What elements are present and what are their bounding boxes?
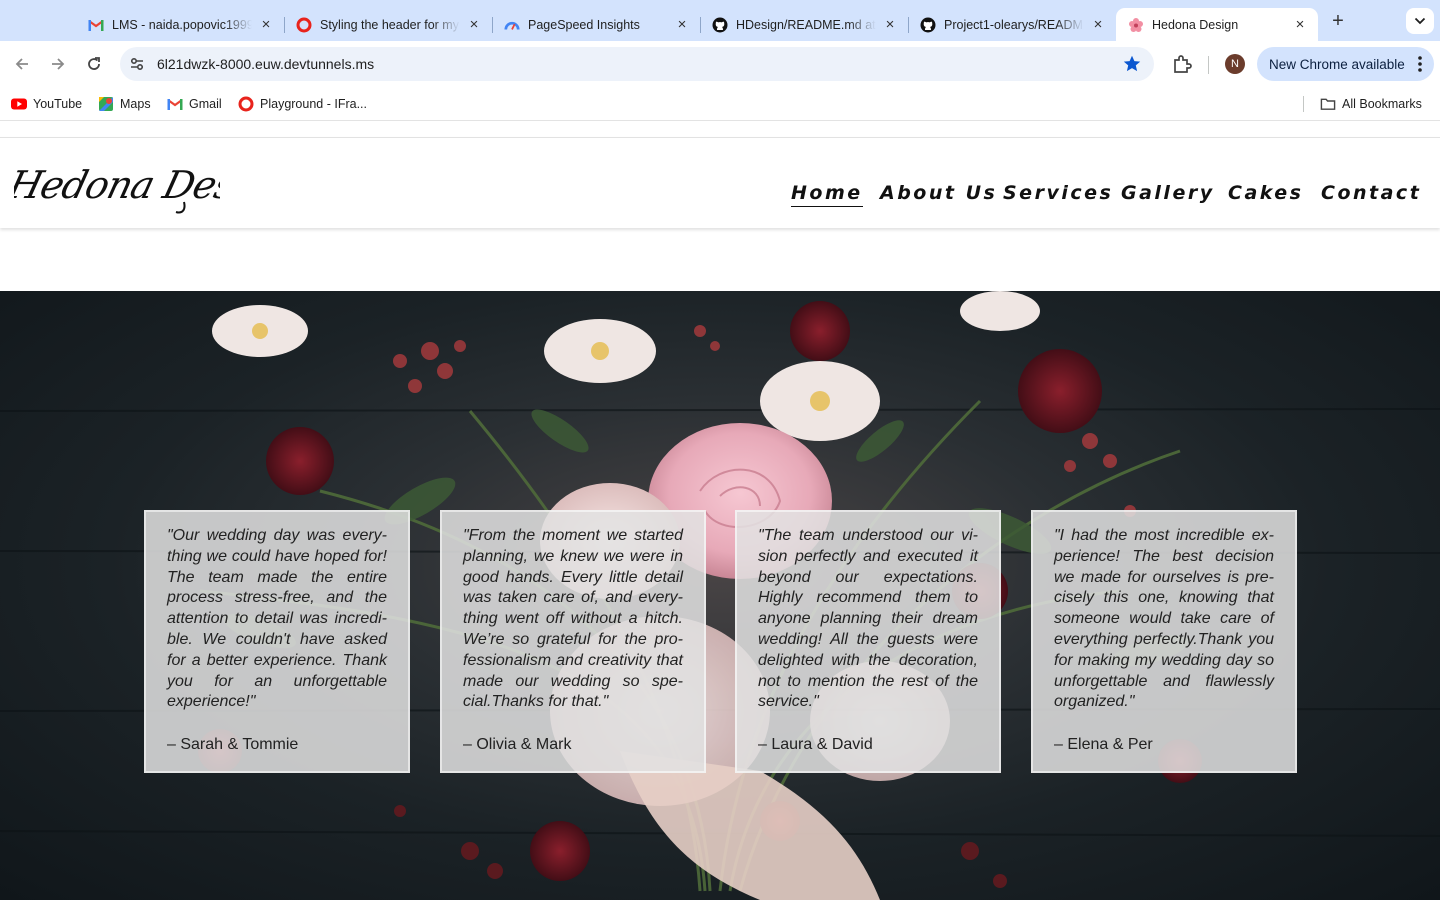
pagespeed-icon bbox=[504, 17, 520, 33]
testimonial-quote: "Our wedding day was every­thing we coul… bbox=[167, 527, 387, 711]
bookmark-youtube[interactable]: YouTube bbox=[11, 96, 82, 112]
tab-title: Styling the header for my bbox=[320, 17, 459, 32]
maps-icon bbox=[98, 96, 114, 112]
testimonial-quote: "The team understood our vi­sion perfect… bbox=[758, 527, 978, 711]
testimonial-author: – Sarah & Tommie bbox=[167, 736, 299, 753]
bookmarks-divider bbox=[1303, 96, 1304, 112]
address-bar[interactable]: 6l21dwzk-8000.euw.devtunnels.ms bbox=[120, 47, 1154, 81]
more-menu-icon[interactable] bbox=[1418, 55, 1422, 73]
testimonial-author: – Laura & David bbox=[758, 736, 873, 753]
tab-title: HDesign/README.md at bbox=[736, 17, 876, 32]
extensions-puzzle-icon[interactable] bbox=[1171, 53, 1193, 75]
tab-project1-readme[interactable]: Project1-olearys/README × bbox=[908, 8, 1116, 41]
gmail-icon bbox=[88, 17, 104, 33]
new-tab-icon[interactable]: + bbox=[1326, 10, 1350, 32]
browser-toolbar: 6l21dwzk-8000.euw.devtunnels.ms N New Ch… bbox=[0, 41, 1440, 87]
tab-title: LMS - naida.popovic1999 bbox=[112, 17, 252, 32]
profile-avatar[interactable]: N bbox=[1225, 54, 1245, 74]
forward-arrow-icon[interactable] bbox=[46, 52, 70, 76]
close-tab-icon[interactable]: × bbox=[1292, 16, 1308, 33]
testimonial-card: "From the moment we started planning, we… bbox=[440, 510, 706, 773]
opera-icon bbox=[238, 96, 254, 112]
testimonial-author: – Elena & Per bbox=[1054, 736, 1153, 753]
testimonial-card: "The team understood our vi­sion perfect… bbox=[735, 510, 1001, 773]
github-icon bbox=[920, 17, 936, 33]
close-tab-icon[interactable]: × bbox=[258, 16, 274, 33]
back-arrow-icon[interactable] bbox=[10, 52, 34, 76]
logo-text: Hedona Design bbox=[14, 164, 220, 208]
tab-pagespeed[interactable]: PageSpeed Insights × bbox=[492, 8, 701, 41]
folder-icon bbox=[1320, 96, 1336, 112]
bookmark-maps[interactable]: Maps bbox=[98, 96, 151, 112]
gmail-icon bbox=[167, 96, 183, 112]
testimonial-card: "I had the most incredible ex­perience! … bbox=[1031, 510, 1297, 773]
tab-hdesign-readme[interactable]: HDesign/README.md at × bbox=[700, 8, 909, 41]
nav-about-us[interactable]: About Us bbox=[880, 182, 997, 204]
tab-lms[interactable]: LMS - naida.popovic1999 × bbox=[76, 8, 285, 41]
nav-services[interactable]: Services bbox=[1003, 182, 1113, 204]
github-icon bbox=[712, 17, 728, 33]
all-bookmarks-button[interactable]: All Bookmarks bbox=[1320, 96, 1422, 112]
flower-icon bbox=[1128, 17, 1144, 33]
new-chrome-available-button[interactable]: New Chrome available bbox=[1257, 47, 1434, 81]
youtube-icon bbox=[11, 96, 27, 112]
bookmark-label: Gmail bbox=[189, 97, 222, 111]
update-label: New Chrome available bbox=[1269, 56, 1405, 72]
testimonials-hero: "Our wedding day was every­thing we coul… bbox=[0, 291, 1440, 900]
testimonial-card: "Our wedding day was every­thing we coul… bbox=[144, 510, 410, 773]
bookmark-star-icon[interactable] bbox=[1122, 54, 1142, 74]
close-tab-icon[interactable]: × bbox=[882, 16, 898, 33]
bookmark-label: Maps bbox=[120, 97, 151, 111]
tab-title: PageSpeed Insights bbox=[528, 17, 640, 32]
url-text[interactable]: 6l21dwzk-8000.euw.devtunnels.ms bbox=[157, 56, 374, 72]
tab-hedona-design[interactable]: Hedona Design × bbox=[1116, 8, 1318, 41]
close-tab-icon[interactable]: × bbox=[674, 16, 690, 33]
tab-styling-header[interactable]: Styling the header for my × bbox=[284, 8, 493, 41]
nav-contact[interactable]: Contact bbox=[1321, 182, 1421, 204]
testimonial-quote: "From the moment we started planning, we… bbox=[463, 527, 683, 711]
bookmarks-bar: YouTube Maps Gmail Playground - IFra... … bbox=[0, 87, 1440, 121]
bookmark-playground[interactable]: Playground - IFra... bbox=[238, 96, 367, 112]
bookmark-label: YouTube bbox=[33, 97, 83, 111]
nav-cakes[interactable]: Cakes bbox=[1228, 182, 1303, 204]
close-tab-icon[interactable]: × bbox=[466, 16, 482, 33]
page-content: Hedona Design Home About Us Services Gal… bbox=[0, 121, 1440, 900]
close-tab-icon[interactable]: × bbox=[1090, 16, 1106, 33]
testimonial-author: – Olivia & Mark bbox=[463, 736, 572, 753]
tab-search-chevron-icon[interactable] bbox=[1406, 8, 1434, 34]
site-logo[interactable]: Hedona Design bbox=[3, 158, 297, 214]
toolbar-divider bbox=[1208, 56, 1209, 74]
opera-icon bbox=[296, 17, 312, 33]
nav-home[interactable]: Home bbox=[791, 182, 863, 207]
bookmark-label: Playground - IFra... bbox=[260, 97, 367, 111]
tab-strip: LMS - naida.popovic1999 × Styling the he… bbox=[0, 0, 1440, 41]
site-settings-icon[interactable] bbox=[128, 55, 146, 73]
bookmark-gmail[interactable]: Gmail bbox=[167, 96, 222, 112]
tab-title: Hedona Design bbox=[1152, 17, 1239, 32]
reload-icon[interactable] bbox=[82, 52, 106, 76]
site-header: Hedona Design Home About Us Services Gal… bbox=[0, 137, 1440, 228]
all-bookmarks-label: All Bookmarks bbox=[1342, 97, 1422, 111]
testimonial-quote: "I had the most incredible ex­perience! … bbox=[1054, 527, 1274, 711]
tab-title: Project1-olearys/README bbox=[944, 17, 1084, 32]
nav-gallery[interactable]: Gallery bbox=[1121, 182, 1215, 204]
